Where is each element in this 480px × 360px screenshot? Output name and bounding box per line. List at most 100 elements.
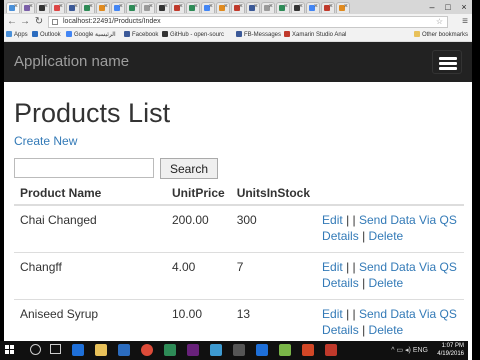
star-icon[interactable]: ☆ xyxy=(436,17,443,27)
browser-tab[interactable]: × xyxy=(36,2,50,13)
browser-tab[interactable]: × xyxy=(171,2,185,13)
bookmark-item[interactable]: Xamarin Studio Anal xyxy=(284,30,346,41)
app-icon[interactable] xyxy=(256,344,268,356)
visual-studio-icon[interactable] xyxy=(187,344,199,356)
browser-tab[interactable]: × xyxy=(6,2,20,13)
toolbar: ← → ↻ localhost:22491/Products/Index ☆ ≡ xyxy=(4,14,472,31)
browser-tab[interactable]: × xyxy=(306,2,320,13)
close-tab-icon[interactable]: × xyxy=(239,3,243,11)
app-icon[interactable] xyxy=(279,344,291,356)
minimize-icon[interactable]: – xyxy=(424,0,440,14)
edit-link[interactable]: Edit xyxy=(322,307,343,321)
edit-link[interactable]: Edit xyxy=(322,213,343,227)
address-bar[interactable]: localhost:22491/Products/Index ☆ xyxy=(48,16,448,28)
browser-tab[interactable]: × xyxy=(321,2,335,13)
close-tab-icon[interactable]: × xyxy=(329,3,333,11)
browser-tab[interactable]: × xyxy=(66,2,80,13)
app-icon[interactable] xyxy=(210,344,222,356)
close-window-icon[interactable]: × xyxy=(456,0,472,14)
app-icon[interactable] xyxy=(233,344,245,356)
bookmark-item[interactable]: Outlook xyxy=(32,30,61,41)
browser-tab[interactable]: × xyxy=(51,2,65,13)
app-icon[interactable] xyxy=(325,344,337,356)
app-icon[interactable] xyxy=(302,344,314,356)
search-icon[interactable] xyxy=(30,344,41,355)
send-data-link[interactable]: Send Data Via QS xyxy=(359,213,457,227)
send-data-link[interactable]: Send Data Via QS xyxy=(359,260,457,274)
browser-tab[interactable]: × xyxy=(216,2,230,13)
browser-tab[interactable]: × xyxy=(111,2,125,13)
close-tab-icon[interactable]: × xyxy=(44,3,48,11)
edit-link[interactable]: Edit xyxy=(322,260,343,274)
clock[interactable]: 1:07 PM 4/19/2016 xyxy=(437,342,464,358)
delete-link[interactable]: Delete xyxy=(369,229,404,243)
bookmark-item[interactable]: Google الرئيسية xyxy=(66,30,116,41)
browser-tab[interactable]: × xyxy=(246,2,260,13)
close-tab-icon[interactable]: × xyxy=(299,3,303,11)
brand-link[interactable]: Application name xyxy=(14,53,129,71)
file-explorer-icon[interactable] xyxy=(95,344,107,356)
maximize-icon[interactable]: □ xyxy=(440,0,456,14)
send-data-link[interactable]: Send Data Via QS xyxy=(359,307,457,321)
browser-tab[interactable]: × xyxy=(156,2,170,13)
close-tab-icon[interactable]: × xyxy=(74,3,78,11)
close-tab-icon[interactable]: × xyxy=(119,3,123,11)
bookmark-icon xyxy=(284,31,290,38)
browser-tab[interactable]: × xyxy=(291,2,305,13)
menu-icon[interactable]: ≡ xyxy=(462,16,468,28)
system-tray[interactable]: ^ ▭ ◂) ENG xyxy=(391,346,428,354)
close-tab-icon[interactable]: × xyxy=(59,3,63,11)
close-tab-icon[interactable]: × xyxy=(284,3,288,11)
browser-tab[interactable]: × xyxy=(126,2,140,13)
bookmark-item[interactable]: Facebook xyxy=(124,30,158,41)
back-icon[interactable]: ← xyxy=(6,16,18,28)
close-tab-icon[interactable]: × xyxy=(89,3,93,11)
browser-tab[interactable]: × xyxy=(186,2,200,13)
bookmark-item[interactable]: Apps xyxy=(6,30,28,41)
forward-icon[interactable]: → xyxy=(19,16,31,28)
close-tab-icon[interactable]: × xyxy=(209,3,213,11)
close-tab-icon[interactable]: × xyxy=(224,3,228,11)
close-tab-icon[interactable]: × xyxy=(254,3,258,11)
create-new-link[interactable]: Create New xyxy=(14,134,77,148)
search-input[interactable] xyxy=(14,158,154,178)
browser-tab[interactable]: × xyxy=(276,2,290,13)
close-tab-icon[interactable]: × xyxy=(134,3,138,11)
store-icon[interactable] xyxy=(118,344,130,356)
browser-tab[interactable]: × xyxy=(201,2,215,13)
bookmark-item[interactable]: FB-Messages xyxy=(236,30,281,41)
bookmark-item[interactable]: GitHub - open-sourc xyxy=(162,30,224,41)
close-tab-icon[interactable]: × xyxy=(179,3,183,11)
details-link[interactable]: Details xyxy=(322,229,359,243)
language-indicator[interactable]: ENG xyxy=(413,347,428,354)
delete-link[interactable]: Delete xyxy=(369,276,404,290)
browser-tab[interactable]: × xyxy=(231,2,245,13)
search-button[interactable]: Search xyxy=(160,158,218,179)
details-link[interactable]: Details xyxy=(322,276,359,290)
close-tab-icon[interactable]: × xyxy=(194,3,198,11)
close-tab-icon[interactable]: × xyxy=(314,3,318,11)
app-icon[interactable] xyxy=(164,344,176,356)
browser-tab[interactable]: × xyxy=(81,2,95,13)
close-tab-icon[interactable]: × xyxy=(14,3,18,11)
browser-tab[interactable]: × xyxy=(336,2,350,13)
task-view-icon[interactable] xyxy=(50,344,61,354)
edge-icon[interactable] xyxy=(72,344,84,356)
windows-start-icon[interactable] xyxy=(5,345,15,355)
close-tab-icon[interactable]: × xyxy=(164,3,168,11)
close-tab-icon[interactable]: × xyxy=(104,3,108,11)
browser-tab[interactable]: × xyxy=(141,2,155,13)
close-tab-icon[interactable]: × xyxy=(269,3,273,11)
close-tab-icon[interactable]: × xyxy=(29,3,33,11)
browser-tab[interactable]: × xyxy=(261,2,275,13)
other-bookmarks[interactable]: Other bookmarks xyxy=(413,30,468,41)
browser-tab[interactable]: × xyxy=(21,2,35,13)
chrome-icon[interactable] xyxy=(141,344,153,356)
menu-toggle-button[interactable] xyxy=(432,50,462,74)
delete-link[interactable]: Delete xyxy=(369,323,404,337)
close-tab-icon[interactable]: × xyxy=(149,3,153,11)
browser-tab[interactable]: × xyxy=(96,2,110,13)
close-tab-icon[interactable]: × xyxy=(344,3,348,11)
details-link[interactable]: Details xyxy=(322,323,359,337)
reload-icon[interactable]: ↻ xyxy=(33,16,45,28)
